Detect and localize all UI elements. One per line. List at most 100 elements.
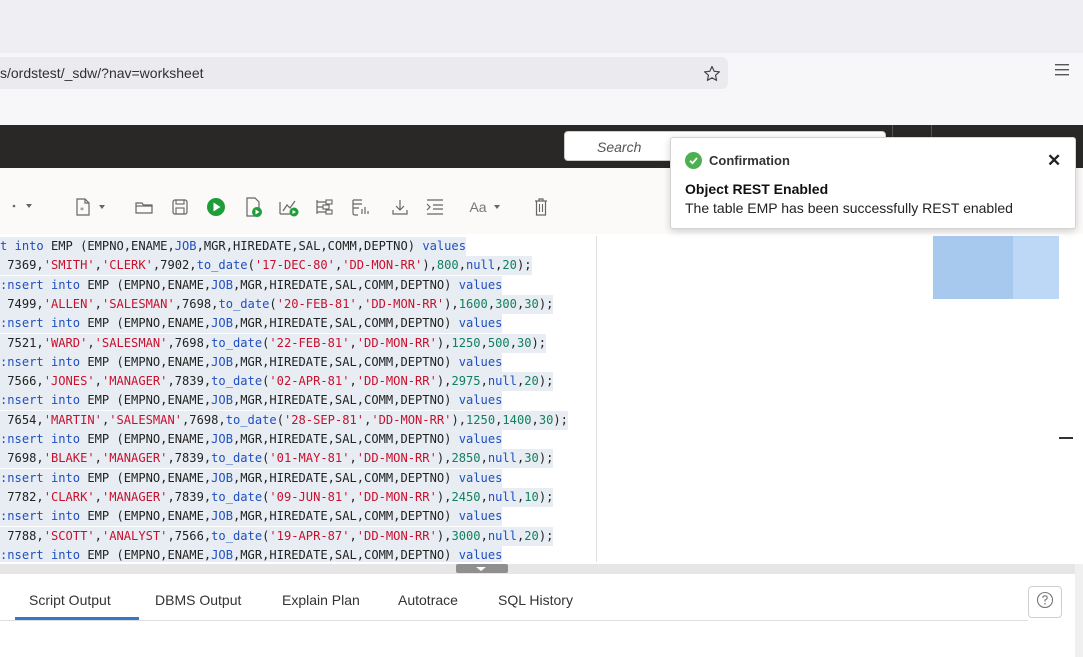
code-token: JOB	[211, 547, 233, 562]
editor-minimap[interactable]	[933, 236, 1059, 299]
code-token: JOB	[211, 277, 233, 292]
code-token: values	[458, 354, 503, 369]
code-token: 7782	[0, 489, 37, 504]
code-line[interactable]: :nsert into EMP (EMPNO,ENAME,JOB,MGR,HIR…	[0, 430, 503, 449]
save-icon[interactable]	[170, 196, 190, 218]
code-token: 1250	[466, 412, 496, 427]
code-token: ),	[436, 335, 452, 350]
confirmation-toast: Confirmation ✕ Object REST Enabled The t…	[670, 137, 1076, 229]
code-token: 7788	[0, 528, 37, 543]
close-icon[interactable]: ✕	[1047, 151, 1061, 171]
code-line[interactable]: t into EMP (EMPNO,ENAME,JOB,MGR,HIREDATE…	[0, 237, 466, 256]
code-token: values	[458, 432, 503, 446]
help-button[interactable]	[1028, 586, 1062, 618]
run-script-icon[interactable]	[242, 196, 264, 218]
code-line[interactable]: 7369,'SMITH','CLERK',7902,to_date('17-DE…	[0, 256, 532, 276]
code-token: into	[50, 509, 81, 524]
code-line[interactable]: :nsert into EMP (EMPNO,ENAME,JOB,MGR,HIR…	[0, 314, 503, 334]
code-token: (	[247, 258, 255, 273]
code-token: '02-APR-81'	[269, 374, 350, 389]
address-bar[interactable]: s/ordstest/_sdw/?nav=worksheet	[0, 57, 728, 89]
code-token: 7566	[0, 374, 37, 389]
font-size-dropdown[interactable]: Aa	[464, 196, 512, 218]
trash-icon[interactable]	[531, 196, 551, 218]
tab-dbms-output[interactable]: DBMS Output	[155, 592, 241, 608]
tab-script-output[interactable]: Script Output	[29, 592, 111, 608]
splitter-handle[interactable]	[456, 564, 508, 573]
new-file-icon[interactable]: *	[72, 196, 112, 218]
code-token: :nsert	[0, 393, 44, 408]
code-token: EMP (EMPNO,ENAME,	[80, 432, 212, 446]
code-token: ,	[480, 451, 488, 466]
toast-heading: Object REST Enabled	[685, 181, 829, 197]
code-token: ,	[94, 489, 102, 504]
code-line[interactable]: :nsert into EMP (EMPNO,ENAME,JOB,MGR,HIR…	[0, 352, 503, 372]
code-token: ,MGR,HIREDATE,SAL,COMM,DEPTNO)	[233, 470, 459, 485]
code-token: ,	[349, 528, 357, 543]
toast-message: The table EMP has been successfully REST…	[685, 200, 1013, 216]
sql-editor[interactable]: t into EMP (EMPNO,ENAME,JOB,MGR,HIREDATE…	[0, 234, 1083, 564]
code-token: ,MGR,HIREDATE,SAL,COMM,DEPTNO)	[233, 547, 459, 562]
code-token: ,MGR,HIREDATE,SAL,COMM,DEPTNO)	[233, 316, 459, 331]
help-icon	[1036, 591, 1054, 614]
code-line[interactable]: :nsert into EMP (EMPNO,ENAME,JOB,MGR,HIR…	[0, 545, 503, 562]
code-token: ,	[480, 374, 488, 389]
open-folder-icon[interactable]	[134, 196, 154, 218]
code-token: EMP (EMPNO,ENAME,	[80, 277, 212, 292]
code-token: 3000	[451, 528, 481, 543]
code-token: :nsert	[0, 277, 44, 292]
browser-toolbar: s/ordstest/_sdw/?nav=worksheet	[0, 53, 1083, 125]
code-line[interactable]: 7521,'WARD','SALESMAN',7698,to_date('22-…	[0, 333, 547, 353]
code-token: 'DD-MON-RR'	[356, 374, 437, 389]
code-line[interactable]: 7499,'ALLEN','SALESMAN',7698,to_date('20…	[0, 294, 554, 314]
code-line[interactable]: 7654,'MARTIN','SALESMAN',7698,to_date('2…	[0, 410, 568, 430]
code-token: ,	[36, 335, 44, 350]
code-token: ,7839,	[167, 451, 212, 466]
code-token: 1400	[502, 412, 532, 427]
code-token: into	[14, 239, 44, 253]
code-token: ,	[458, 258, 466, 273]
code-token: 30	[524, 451, 539, 466]
code-token: to_date	[225, 412, 277, 427]
code-token: into	[50, 470, 81, 485]
run-dropdown-icon[interactable]	[8, 196, 38, 218]
code-line[interactable]: :nsert into EMP (EMPNO,ENAME,JOB,MGR,HIR…	[0, 391, 503, 411]
code-token: 20	[502, 258, 517, 273]
vertical-scrollbar[interactable]	[1075, 564, 1083, 657]
code-token: );	[553, 412, 568, 427]
code-line[interactable]: 7788,'SCOTT','ANALYST',7566,to_date('19-…	[0, 526, 554, 546]
code-token: 'ALLEN'	[43, 296, 95, 311]
code-line[interactable]: 7782,'CLARK','MANAGER',7839,to_date('09-…	[0, 487, 554, 507]
hamburger-menu-icon[interactable]	[1054, 63, 1070, 77]
run-statement-icon[interactable]	[205, 196, 227, 218]
toast-title: Confirmation	[709, 153, 790, 168]
code-line[interactable]: 7698,'BLAKE','MANAGER',7839,to_date('01-…	[0, 449, 554, 469]
star-icon[interactable]	[703, 65, 721, 83]
indent-icon[interactable]	[424, 196, 446, 218]
code-token: ,7698,	[174, 296, 219, 311]
code-line[interactable]: :nsert into EMP (EMPNO,ENAME,JOB,MGR,HIR…	[0, 468, 503, 488]
download-icon[interactable]	[389, 196, 411, 218]
code-area[interactable]: t into EMP (EMPNO,ENAME,JOB,MGR,HIREDATE…	[0, 236, 597, 562]
code-token: values	[458, 316, 503, 331]
code-token: values	[458, 277, 503, 292]
tab-sql-history[interactable]: SQL History	[498, 592, 573, 608]
code-token: 'MANAGER'	[101, 489, 168, 504]
explain-plan-icon[interactable]	[276, 196, 300, 218]
code-line[interactable]: :nsert into EMP (EMPNO,ENAME,JOB,MGR,HIR…	[0, 507, 503, 527]
code-token: ,	[94, 296, 102, 311]
code-line[interactable]: 7566,'JONES','MANAGER',7839,to_date('02-…	[0, 372, 554, 392]
code-token: JOB	[174, 239, 197, 253]
panel-splitter[interactable]	[0, 564, 1075, 574]
format-code-icon[interactable]	[350, 196, 372, 218]
code-token: );	[538, 374, 554, 389]
autotrace-icon[interactable]	[314, 196, 336, 218]
tab-autotrace[interactable]: Autotrace	[398, 592, 458, 608]
code-token: EMP (EMPNO,ENAME,	[80, 509, 212, 524]
code-line[interactable]: :nsert into EMP (EMPNO,ENAME,JOB,MGR,HIR…	[0, 275, 503, 295]
code-token: 'ANALYST'	[101, 528, 168, 543]
code-token: 'DD-MON-RR'	[356, 335, 437, 350]
tab-explain-plan[interactable]: Explain Plan	[282, 592, 360, 608]
